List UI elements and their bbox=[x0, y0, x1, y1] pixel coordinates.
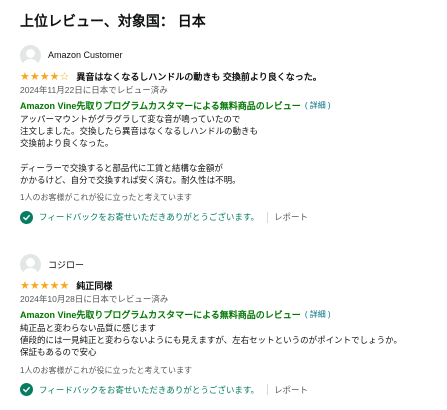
report-link[interactable]: レポート bbox=[274, 384, 308, 396]
reviewer-profile[interactable]: コジロー bbox=[20, 253, 440, 275]
vine-details-link[interactable]: ( 詳細 ) bbox=[305, 100, 331, 111]
star-filled-icon: ★ bbox=[39, 278, 50, 292]
star-filled-icon: ★ bbox=[20, 69, 30, 83]
review-title[interactable]: 異音はなくなるしハンドルの動きも 交換前より良くなった。 bbox=[76, 70, 321, 83]
avatar-icon bbox=[20, 44, 41, 66]
review-date: 2024年10月28日に日本でレビュー済み bbox=[20, 294, 169, 304]
vine-line: Amazon Vine先取りプログラムカスタマーによる無料商品のレビュー ( 詳… bbox=[20, 308, 440, 320]
star-filled-icon: ★ bbox=[59, 278, 70, 292]
star-filled-icon: ★ bbox=[29, 278, 40, 292]
star-rating[interactable]: ★ ★ ★ ★ ☆ bbox=[20, 71, 69, 82]
star-filled-icon: ★ bbox=[29, 69, 40, 83]
divider bbox=[266, 211, 268, 223]
review-card: Amazon Customer ★ ★ ★ ★ ☆ 異音はなくなるしハンドルの動きも 交… bbox=[20, 44, 440, 224]
report-link[interactable]: レポート bbox=[274, 211, 308, 223]
vine-badge: Amazon Vine先取りプログラムカスタマーによる無料商品のレビュー bbox=[20, 100, 301, 111]
vine-details-link[interactable]: ( 詳細 ) bbox=[305, 309, 331, 320]
star-filled-icon: ★ bbox=[39, 69, 50, 83]
vine-badge: Amazon Vine先取りプログラムカスタマーによる無料商品のレビュー bbox=[20, 309, 301, 320]
reviewer-name[interactable]: Amazon Customer bbox=[48, 50, 123, 60]
check-circle-icon bbox=[20, 383, 33, 397]
rating-line: ★ ★ ★ ★ ☆ 異音はなくなるしハンドルの動きも 交換前より良くなった。 bbox=[20, 70, 440, 82]
avatar-icon bbox=[20, 253, 41, 275]
helpful-count: 1人のお客様がこれが役に立ったと考えています bbox=[20, 193, 193, 203]
feedback-message: フィードバックをお寄せいただきありがとうございます。 bbox=[39, 384, 259, 395]
star-filled-icon: ★ bbox=[49, 278, 60, 292]
review-body: アッパーマウントがグラグラして変な音が鳴っていたので 注文しました。交換したら異… bbox=[20, 114, 259, 186]
section-title: 上位レビュー、対象国： 日本 bbox=[20, 13, 206, 29]
review-title[interactable]: 純正同様 bbox=[76, 279, 112, 292]
star-filled-icon: ★ bbox=[20, 278, 30, 292]
check-circle-icon bbox=[20, 210, 33, 224]
feedback-line: フィードバックをお寄せいただきありがとうございます。 レポート bbox=[20, 383, 440, 397]
review-date: 2024年11月22日に日本でレビュー済み bbox=[20, 85, 168, 95]
review-card: コジロー ★ ★ ★ ★ ★ 純正同様 2024年10月28日に日本でレビュー済み Am… bbox=[20, 253, 440, 397]
star-rating[interactable]: ★ ★ ★ ★ ★ bbox=[20, 280, 69, 291]
vine-line: Amazon Vine先取りプログラムカスタマーによる無料商品のレビュー ( 詳… bbox=[20, 99, 440, 111]
rating-line: ★ ★ ★ ★ ★ 純正同様 bbox=[20, 279, 440, 291]
feedback-line: フィードバックをお寄せいただきありがとうございます。 レポート bbox=[20, 210, 440, 224]
star-filled-icon: ★ bbox=[49, 69, 60, 83]
feedback-message: フィードバックをお寄せいただきありがとうございます。 bbox=[39, 212, 259, 223]
star-empty-icon: ☆ bbox=[59, 69, 70, 83]
reviewer-name[interactable]: コジロー bbox=[48, 258, 84, 271]
helpful-count: 1人のお客様がこれが役に立ったと考えています bbox=[20, 365, 193, 375]
divider bbox=[266, 384, 268, 396]
reviewer-profile[interactable]: Amazon Customer bbox=[20, 44, 440, 66]
review-body: 純正品と変わらない品質に感じます 値段的には一見純正と変わらないようにも見えます… bbox=[20, 323, 402, 358]
